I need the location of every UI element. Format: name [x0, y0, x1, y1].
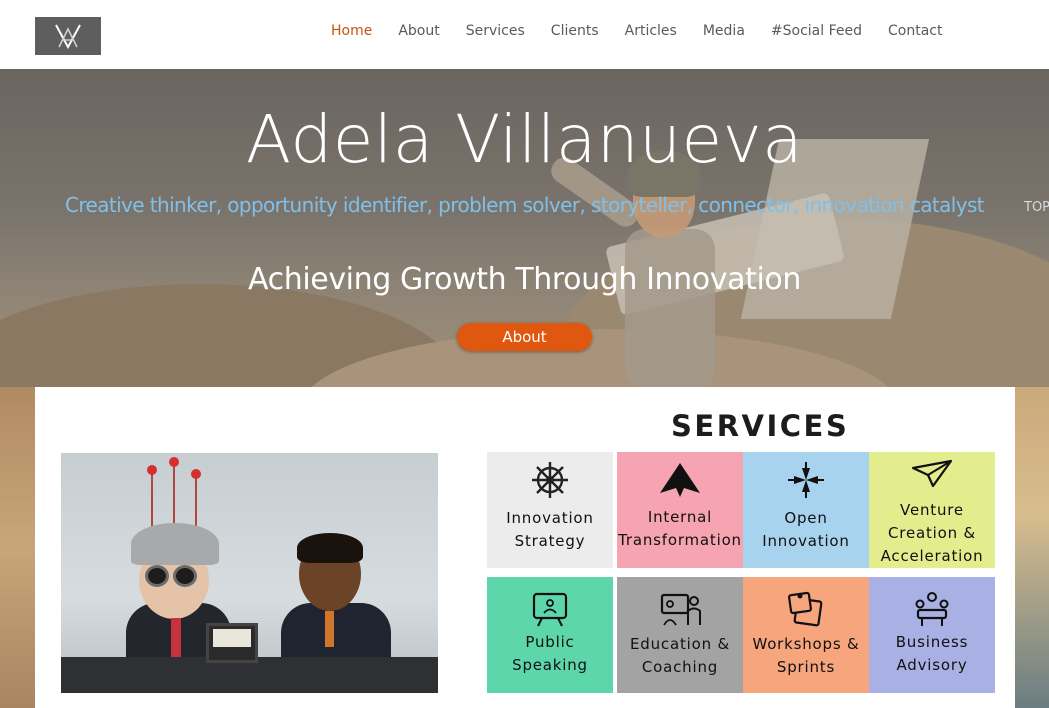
- ship-wheel-icon: [487, 458, 613, 502]
- nav-about[interactable]: About: [385, 20, 452, 42]
- service-tile-open-innovation[interactable]: Open Innovation: [743, 452, 869, 568]
- presentation-screen-icon: [487, 587, 613, 631]
- service-label: Internal: [647, 508, 713, 526]
- va-monogram-logo-icon: [53, 23, 83, 49]
- service-tile-workshops-sprints[interactable]: Workshops & Sprints: [743, 577, 869, 693]
- hero-banner: Adela Villanueva Creative thinker, oppor…: [0, 69, 1049, 387]
- service-tile-public-speaking[interactable]: Public Speaking: [487, 577, 613, 693]
- meeting-table-icon: [869, 587, 995, 631]
- nav-articles[interactable]: Articles: [612, 20, 690, 42]
- service-tile-business-advisory[interactable]: Business Advisory: [869, 577, 995, 693]
- hero-tagline: Creative thinker, opportunity identifier…: [64, 193, 985, 217]
- background-strip-right: [1015, 387, 1049, 708]
- nav-services[interactable]: Services: [453, 20, 538, 42]
- service-label: Sprints: [776, 658, 836, 676]
- back-to-top-label[interactable]: TOP: [1024, 200, 1049, 215]
- service-label: Speaking: [512, 656, 588, 674]
- nav-contact[interactable]: Contact: [875, 20, 955, 42]
- site-header: Home About Services Clients Articles Med…: [0, 0, 1049, 69]
- services-section: SERVICES Innovation Strategy Internal Tr…: [35, 387, 1015, 708]
- hero-subtitle: Achieving Growth Through Innovation: [248, 262, 801, 297]
- sticky-notes-icon: [743, 587, 869, 631]
- service-label: Innovation: [762, 532, 850, 550]
- nav-social-feed[interactable]: #Social Feed: [758, 20, 875, 42]
- service-label: Creation &: [888, 524, 976, 542]
- service-label: Venture: [900, 501, 964, 519]
- services-heading: SERVICES: [671, 409, 850, 443]
- service-label: Transformation: [618, 531, 742, 549]
- service-tile-education-coaching[interactable]: Education & Coaching: [617, 577, 743, 693]
- nav-media[interactable]: Media: [690, 20, 758, 42]
- service-label: Open: [784, 509, 828, 527]
- main-nav: Home About Services Clients Articles Med…: [318, 20, 955, 42]
- background-strip-left: [0, 387, 35, 708]
- service-tile-venture-creation[interactable]: Venture Creation & Acceleration: [869, 452, 995, 568]
- service-tile-innovation-strategy[interactable]: Innovation Strategy: [487, 452, 613, 568]
- converging-arrows-icon: [743, 458, 869, 502]
- service-label: Public: [525, 633, 575, 651]
- hero-child-figure: [625, 229, 715, 387]
- service-label: Coaching: [641, 658, 719, 676]
- service-label: Strategy: [514, 532, 586, 550]
- service-label: Workshops &: [752, 635, 860, 653]
- hero-title: Adela Villanueva: [245, 101, 804, 178]
- teaching-board-icon: [617, 587, 743, 631]
- kids-inventors-photo: [61, 453, 438, 693]
- service-label: Advisory: [896, 656, 968, 674]
- nav-clients[interactable]: Clients: [538, 20, 612, 42]
- service-label: Innovation: [506, 509, 594, 527]
- arrow-mountain-icon: [617, 458, 743, 502]
- service-tile-internal-transformation[interactable]: Internal Transformation: [617, 452, 743, 568]
- paper-plane-icon: [869, 454, 995, 494]
- about-button[interactable]: About: [457, 323, 592, 351]
- service-label: Acceleration: [880, 547, 984, 565]
- service-label: Education &: [630, 635, 730, 653]
- nav-home[interactable]: Home: [318, 20, 385, 42]
- service-label: Business: [895, 633, 969, 651]
- site-logo[interactable]: [35, 17, 101, 55]
